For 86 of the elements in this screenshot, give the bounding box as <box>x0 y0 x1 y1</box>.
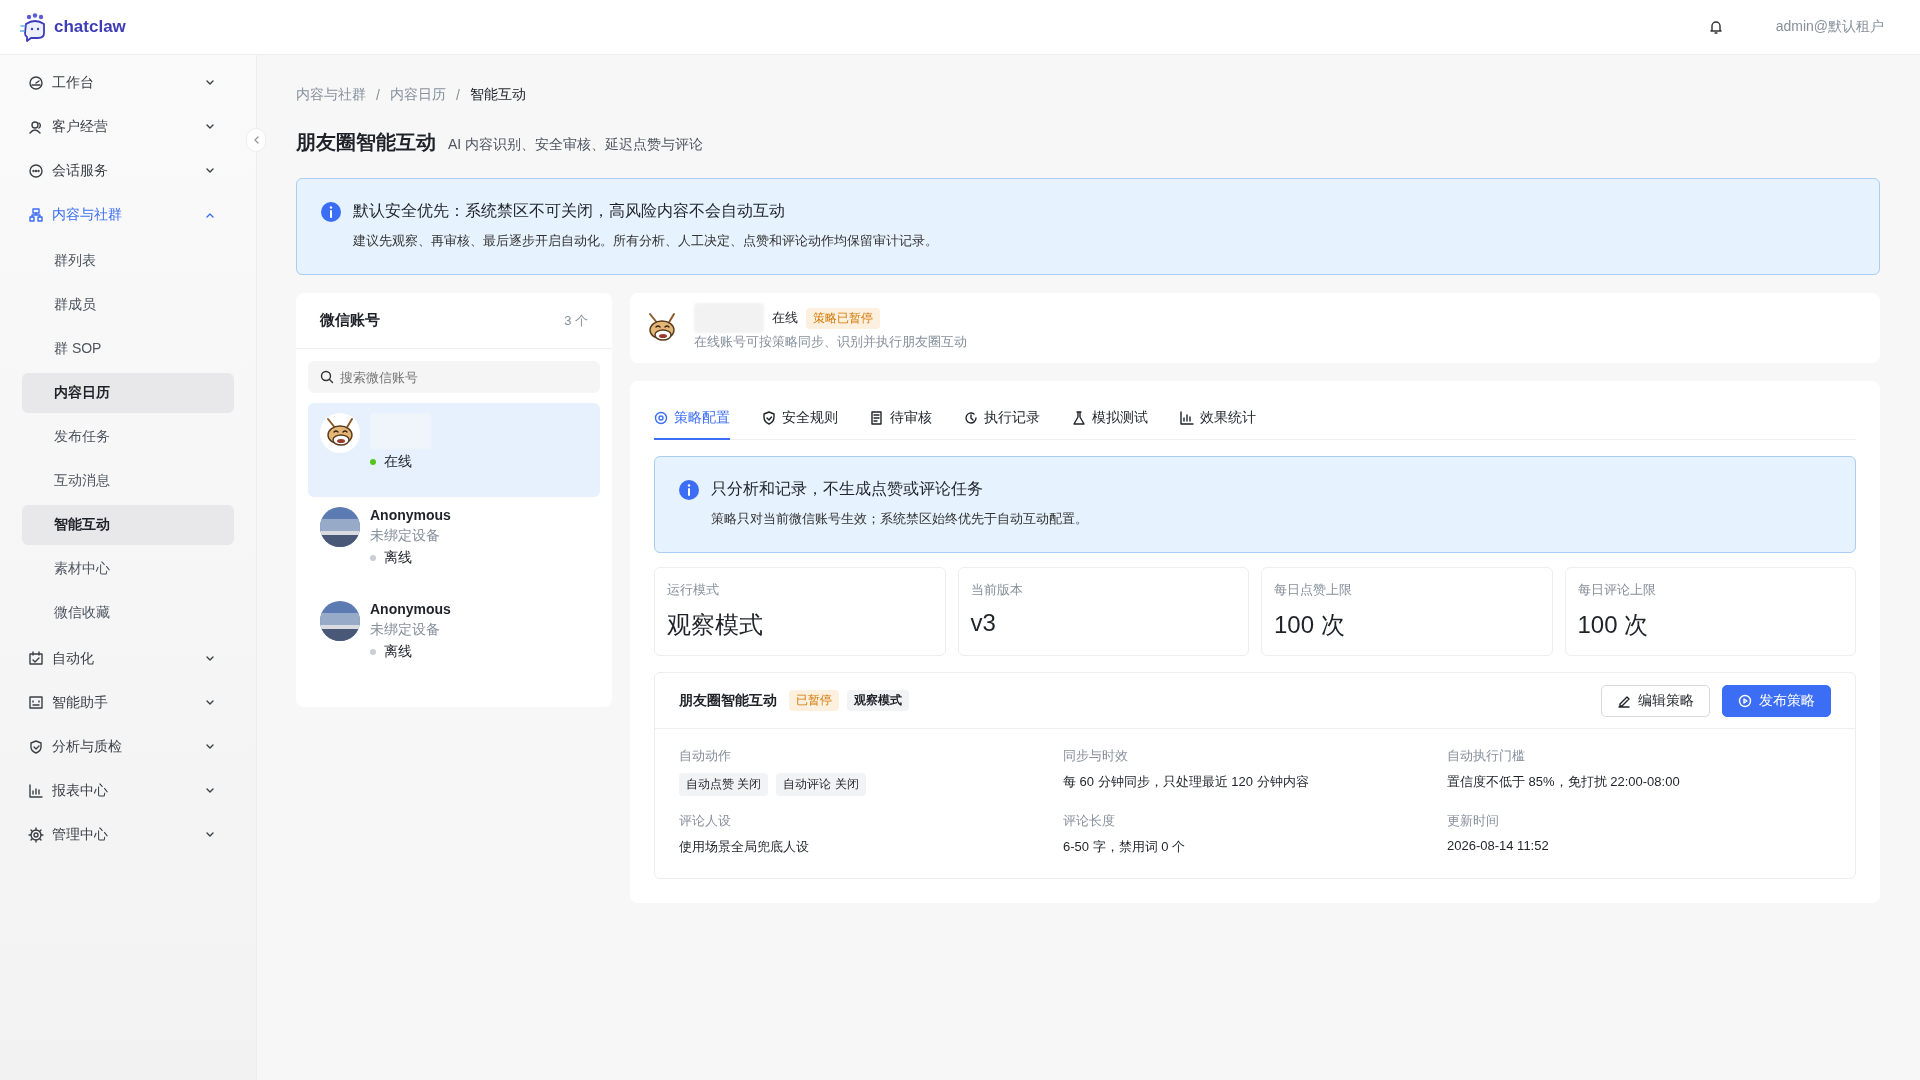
search-icon <box>320 370 334 384</box>
info-icon <box>321 202 341 222</box>
notice-text: 建议先观察、再审核、最后逐步开启自动化。所有分析、人工决定、点赞和评论动作均保留审计记录。 <box>353 232 938 250</box>
field-value: 2026-08-14 11:52 <box>1447 838 1550 853</box>
nav-subitem[interactable]: 微信收藏 <box>22 593 234 633</box>
play-icon <box>1738 693 1752 708</box>
nav-item[interactable]: 内容与社群 <box>22 193 234 237</box>
stat-value: 观察模式 <box>667 610 764 640</box>
account-name: Anonymous <box>370 601 451 617</box>
nav-item[interactable]: 客户经营 <box>22 105 234 149</box>
nav-item[interactable]: 工作台 <box>22 61 234 105</box>
stat-label: 运行模式 <box>667 581 720 599</box>
nav-subitem[interactable]: 群成员 <box>22 285 234 325</box>
panel-title: 微信账号 <box>320 311 380 330</box>
stat-label: 每日评论上限 <box>1577 581 1657 599</box>
tab[interactable]: 效果统计 <box>1180 401 1256 440</box>
stat-value: v3 <box>970 609 997 637</box>
status-badge: 已暂停 <box>789 690 839 711</box>
account-item[interactable]: Anonymous 未绑定设备 离线 <box>308 591 600 685</box>
publish-button[interactable]: 发布策略 <box>1722 684 1831 717</box>
status-text: 在线 <box>772 309 798 327</box>
shield-icon <box>762 411 776 425</box>
stat-label: 当前版本 <box>970 581 1024 599</box>
status-chip: 自动点赞 关闭 <box>679 773 769 796</box>
account-item[interactable]: 在线 <box>308 403 600 497</box>
device-status: 未绑定设备 <box>370 527 441 545</box>
clock-icon <box>964 411 978 425</box>
field-label: 更新时间 <box>1447 812 1500 830</box>
field-value: 置信度不低于 85%，免打扰 22:00-08:00 <box>1447 773 1681 791</box>
field-value: 使用场景全局兜底人设 <box>679 838 810 856</box>
nav-subitem[interactable]: 群列表 <box>22 241 234 281</box>
collapse-button[interactable] <box>246 128 266 152</box>
field-label: 自动动作 <box>679 747 732 765</box>
tab[interactable]: 待审核 <box>870 401 932 440</box>
nav-item[interactable]: 智能助手 <box>22 681 234 725</box>
field-label: 自动执行门槛 <box>1447 747 1526 765</box>
account-description: 在线账号可按策略同步、识别并执行朋友圈互动 <box>694 333 967 351</box>
nav-subitem[interactable]: 智能互动 <box>22 505 234 545</box>
nav-subitem[interactable]: 内容日历 <box>22 373 234 413</box>
device-status: 未绑定设备 <box>370 621 441 639</box>
bell-icon <box>1707 19 1724 35</box>
strategy-title: 朋友圈智能互动 <box>679 691 777 710</box>
nav-item[interactable]: 分析与质检 <box>22 725 234 769</box>
info-icon <box>679 480 699 500</box>
nav-subitem[interactable]: 群 SOP <box>22 329 234 369</box>
nav-item[interactable]: 管理中心 <box>22 813 234 857</box>
tab[interactable]: 安全规则 <box>762 401 838 440</box>
account-name: Anonymous <box>370 507 451 523</box>
brand-name: chatclaw <box>54 17 126 37</box>
tab[interactable]: 策略配置 <box>654 401 730 440</box>
account-item[interactable]: Anonymous 未绑定设备 离线 <box>308 497 600 591</box>
nav-subitem[interactable]: 互动消息 <box>22 461 234 501</box>
status-badge: 观察模式 <box>847 690 909 711</box>
nav-item[interactable]: 报表中心 <box>22 769 234 813</box>
edit-button[interactable]: 编辑策略 <box>1601 684 1710 717</box>
tab[interactable]: 模拟测试 <box>1072 401 1148 440</box>
breadcrumb-separator: / <box>376 87 380 103</box>
stat-value: 100 次 <box>1274 610 1346 640</box>
field-label: 同步与时效 <box>1063 747 1129 765</box>
account-count: 3 个 <box>564 311 588 330</box>
stat-label: 每日点赞上限 <box>1274 581 1353 599</box>
nav-item[interactable]: 自动化 <box>22 637 234 681</box>
status-chip: 自动评论 关闭 <box>776 773 866 796</box>
stat-value: 100 次 <box>1577 610 1650 640</box>
status-badge: 策略已暂停 <box>806 307 880 329</box>
field-value: 6-50 字，禁用词 0 个 <box>1063 838 1187 856</box>
page-title: 朋友圈智能互动 <box>296 130 436 155</box>
document-icon <box>870 411 884 425</box>
notice-title: 只分析和记录，不生成点赞或评论任务 <box>711 479 984 499</box>
search-field[interactable]: 搜索微信账号 <box>308 361 600 393</box>
nav-subitem[interactable]: 发布任务 <box>22 417 234 457</box>
notice-text: 策略只对当前微信账号生效；系统禁区始终优先于自动互动配置。 <box>711 510 1088 528</box>
status-text: 离线 <box>384 549 412 567</box>
nav-item[interactable]: 会话服务 <box>22 149 234 193</box>
nav-subitem[interactable]: 素材中心 <box>22 549 234 589</box>
field-label: 评论人设 <box>679 812 732 830</box>
flask-icon <box>1072 411 1086 425</box>
status-text: 在线 <box>384 453 412 471</box>
field-label: 评论长度 <box>1063 812 1116 830</box>
tab[interactable]: 执行记录 <box>964 401 1040 440</box>
bar-chart-icon <box>1180 411 1194 425</box>
page-subtitle: AI 内容识别、安全审核、延迟点赞与评论 <box>448 136 704 154</box>
breadcrumb-separator: / <box>455 87 460 103</box>
notice-title: 默认安全优先：系统禁区不可关闭，高风险内容不会自动互动 <box>353 201 786 221</box>
field-value: 每 60 分钟同步，只处理最近 120 分钟内容 <box>1063 773 1310 791</box>
status-text: 离线 <box>384 643 412 661</box>
